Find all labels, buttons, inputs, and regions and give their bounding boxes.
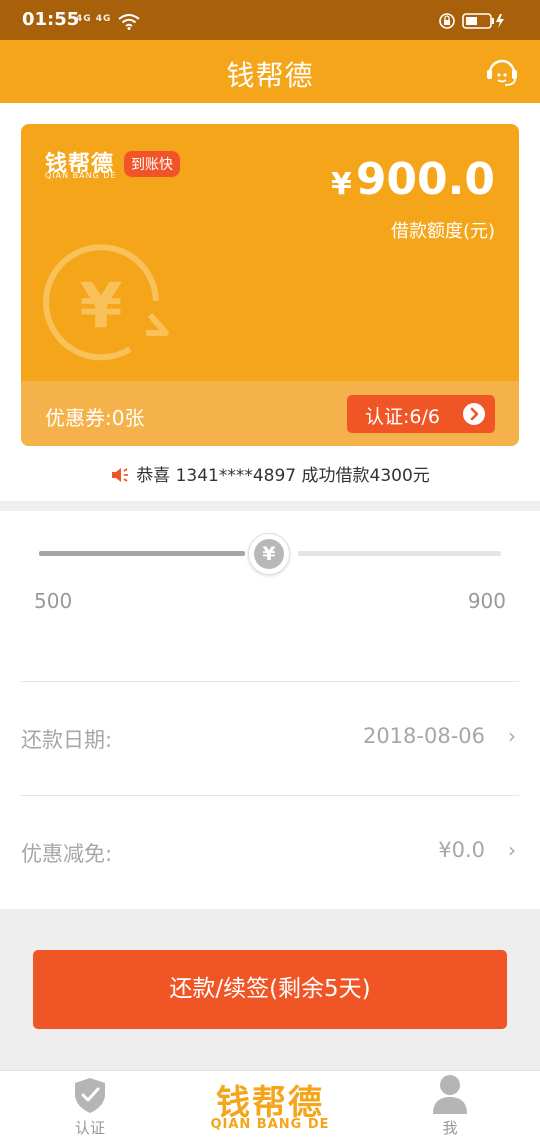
discount-label: 优惠减免: [21,842,113,866]
wifi-icon [118,14,140,34]
app-header: 钱帮德 [0,40,540,103]
credit-card: 钱帮德 QIAN BANG DE 到账快 ¥900.0 借款额度(元) ¥ 优惠… [21,124,519,446]
chevron-right-icon: › [508,724,516,748]
nav-certification-label: 认证 [74,1119,105,1137]
page-title: 钱帮德 [226,59,314,92]
user-icon [431,1073,469,1119]
credit-amount-value: 900.0 [355,154,495,205]
nav-me-label: 我 [442,1119,458,1137]
nav-item-home[interactable]: 钱帮德 QIAN BANG DE [200,1071,340,1140]
status-right-icons [438,11,518,35]
loan-notice-text: 恭喜 1341****4897 成功借款4300元 [136,466,430,486]
coupon-count[interactable]: 优惠券:0张 [45,402,144,431]
loan-summary-section: 钱帮德 QIAN BANG DE 到账快 ¥900.0 借款额度(元) ¥ 优惠… [0,103,540,501]
repay-renew-button[interactable]: 还款/续签(剩余5天) [33,950,507,1029]
repay-date-row[interactable]: 还款日期: 2018-08-06 › [0,682,540,794]
action-area: 还款/续签(剩余5天) [0,909,540,1070]
amount-slider-handle[interactable]: ¥ [248,533,290,575]
repay-date-label: 还款日期: [21,728,113,752]
credit-amount-label: 借款额度(元) [390,221,495,242]
currency-symbol: ¥ [330,167,352,202]
loan-notice: 恭喜 1341****4897 成功借款4300元 [0,461,540,489]
certification-button[interactable]: 认证:6/6 [347,395,495,433]
shield-check-icon [73,1076,107,1118]
fast-arrival-badge: 到账快 [124,151,180,177]
nav-item-certification[interactable]: 认证 [60,1071,120,1140]
card-footer: 优惠券:0张 认证:6/6 [21,381,519,446]
repay-date-value: 2018-08-06 [362,724,485,748]
customer-service-icon[interactable] [485,56,519,92]
nav-item-me[interactable]: 我 [420,1071,480,1140]
slider-track-empty[interactable] [298,551,501,556]
signal-icon: 4G 4G [76,14,112,24]
loan-options-section: ¥ 500 900 还款日期: 2018-08-06 › 优惠减免: ¥0.0 … [0,511,540,909]
discount-row[interactable]: 优惠减免: ¥0.0 › [0,796,540,908]
speaker-icon [110,466,130,489]
slider-yen-icon: ¥ [254,539,284,569]
card-logo-sub: QIAN BANG DE [45,171,117,180]
certification-label: 认证:6/6 [365,406,440,428]
yen-cycle-icon: ¥ [38,241,178,375]
chevron-right-icon [463,403,485,425]
chevron-right-icon: › [508,838,516,862]
battery-icon [462,13,504,29]
emblem-yen: ¥ [79,269,122,342]
slider-track-filled[interactable] [39,551,245,556]
nav-brand-sub: QIAN BANG DE [210,1117,330,1132]
slider-max-label: 900 [467,589,506,613]
rotation-lock-icon [439,13,455,29]
status-bar: 01:55 4G 4G [0,0,540,40]
slider-min-label: 500 [34,589,73,613]
credit-amount: ¥900.0 [331,154,495,205]
discount-value: ¥0.0 [438,838,485,862]
bottom-nav: 认证 钱帮德 QIAN BANG DE 我 [0,1070,540,1140]
status-time: 01:55 [22,9,80,30]
